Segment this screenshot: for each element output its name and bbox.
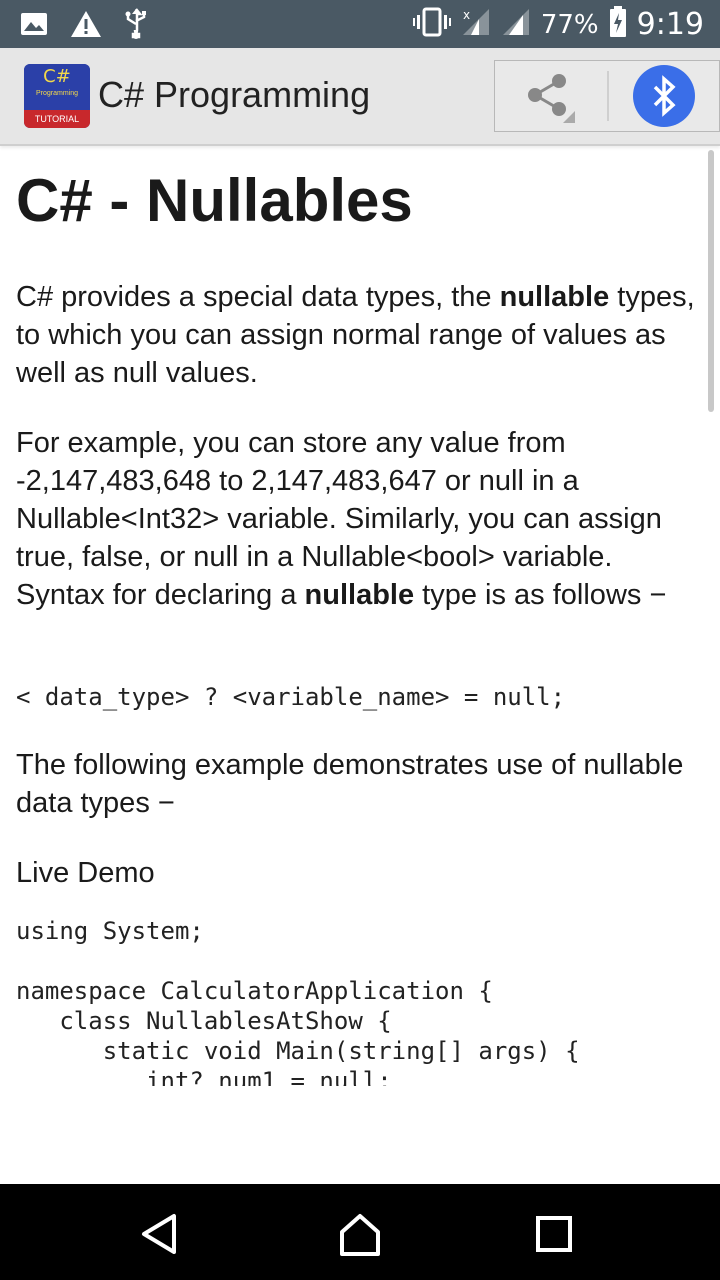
warning-icon: [70, 9, 102, 44]
battery-percent: 77%: [540, 9, 599, 40]
navigation-bar: [0, 1184, 720, 1280]
logo-top: C# Programming: [24, 64, 90, 110]
home-button[interactable]: [336, 1210, 384, 1258]
share-icon: [528, 74, 575, 123]
status-bar: x 77% 9:19: [0, 0, 720, 48]
demo-intro-paragraph: The following example demonstrates use o…: [16, 749, 684, 819]
example-paragraph: For example, you can store any value fro…: [16, 424, 696, 614]
scrollbar[interactable]: [708, 150, 714, 412]
syntax-code-block: < data_type> ? <variable_name> = null;: [16, 683, 566, 711]
logo-tutorial-text: TUTORIAL: [24, 110, 90, 128]
bluetooth-button[interactable]: [633, 65, 695, 127]
bluetooth-icon: [653, 75, 676, 117]
app-bar: C# Programming TUTORIAL C# Programming: [0, 48, 720, 146]
status-left-icons: [20, 8, 148, 45]
back-button[interactable]: [136, 1210, 184, 1258]
live-demo-link[interactable]: Live Demo: [16, 854, 696, 892]
app-title: C# Programming: [98, 74, 371, 115]
recents-button[interactable]: [530, 1210, 578, 1258]
image-icon: [20, 10, 48, 43]
back-icon: [142, 1214, 176, 1254]
signal-icon: [501, 7, 531, 42]
svg-text:x: x: [463, 8, 470, 22]
share-button[interactable]: [519, 71, 577, 123]
action-divider: [607, 71, 609, 121]
signal-icon: x: [461, 7, 491, 42]
logo-cs-text: C#: [43, 66, 71, 87]
logo-sub-text: Programming: [35, 90, 78, 97]
para1-bold-term: nullable: [499, 281, 610, 313]
home-icon: [340, 1214, 380, 1256]
recents-icon: [536, 1216, 572, 1252]
para2-bold-term: nullable: [304, 579, 415, 611]
intro-paragraph: C# provides a special data types, the nu…: [16, 278, 696, 392]
example-code-block: using System; namespace CalculatorApplic…: [16, 917, 580, 1086]
article-content[interactable]: C# - Nullables C# provides a special dat…: [0, 146, 720, 1086]
clock-time: 9:19: [636, 7, 704, 42]
usb-icon: [124, 8, 148, 45]
status-right-icons: x 77% 9:19: [412, 6, 704, 43]
para2-text-end: type is as follows −: [414, 579, 667, 611]
para1-text-start: C# provides a special data types, the: [16, 281, 500, 313]
app-logo: C# Programming TUTORIAL: [24, 64, 90, 128]
action-group: [494, 60, 720, 132]
battery-icon: [609, 6, 627, 43]
vibrate-icon: [412, 7, 451, 42]
page-title: C# - Nullables: [16, 167, 413, 234]
